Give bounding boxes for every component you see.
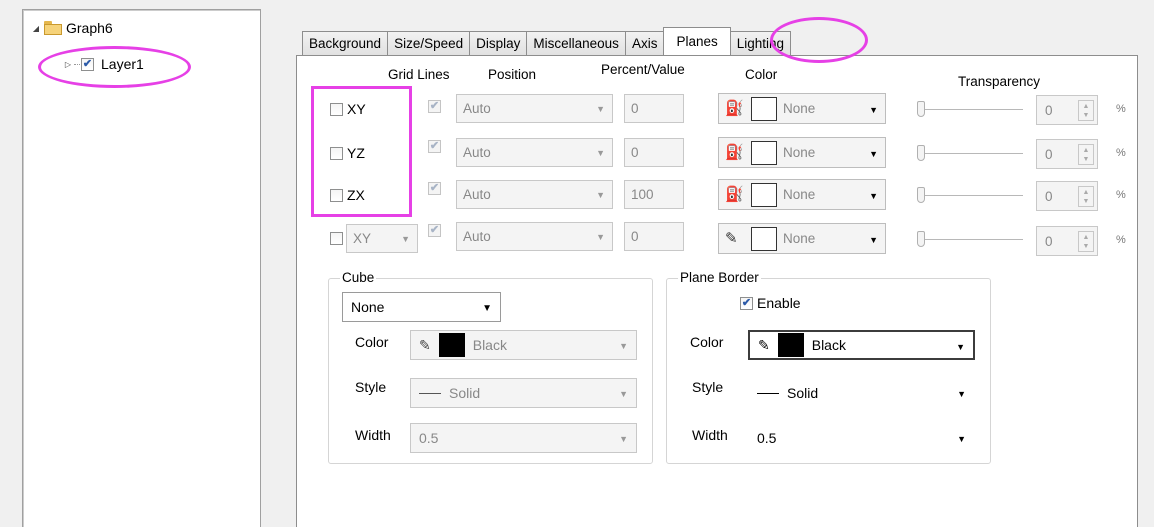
plane-border-color-label: Color	[690, 334, 724, 350]
spinner-arrows-icon: ▲ ▼	[1078, 231, 1094, 252]
plane-zx-value-input[interactable]: 100	[624, 180, 684, 209]
header-percent-value: Percent/Value	[601, 62, 685, 77]
spinner-arrows-icon: ▲ ▼	[1078, 186, 1094, 207]
plane-xy-position-select[interactable]: Auto ▼	[456, 94, 613, 123]
plane-yz-value-input[interactable]: 0	[624, 138, 684, 167]
paint-bucket-icon: ⛽	[725, 144, 744, 161]
plane-yz-transparency-input[interactable]: 0 ▲ ▼	[1036, 139, 1098, 169]
spinner-arrows-icon: ▲ ▼	[1078, 144, 1094, 165]
plane-yz-color-select[interactable]: ⛽ None ▼	[718, 137, 886, 168]
plane-extra-checkbox[interactable]	[330, 232, 343, 245]
plane-zx-transparency-input[interactable]: 0 ▲ ▼	[1036, 181, 1098, 211]
plane-border-group-title: Plane Border	[678, 270, 761, 285]
plane-yz-transparency-slider[interactable]	[917, 143, 1023, 163]
spinner-arrows-icon: ▲ ▼	[1078, 100, 1094, 121]
plane-extra-value-input[interactable]: 0	[624, 222, 684, 251]
color-swatch-black	[438, 333, 465, 357]
line-style-sample	[419, 392, 441, 394]
color-swatch-black	[777, 333, 804, 357]
plane-yz-position-select[interactable]: Auto ▼	[456, 138, 613, 167]
header-transparency: Transparency	[958, 74, 1041, 89]
plane-yz-gridlines-checkbox[interactable]: ✔	[428, 140, 441, 153]
cube-width-select[interactable]: 0.5 ▼	[410, 423, 637, 453]
plane-extra-gridlines-checkbox[interactable]: ✔	[428, 224, 441, 237]
plane-xy-value-input[interactable]: 0	[624, 94, 684, 123]
percent-unit: %	[1116, 103, 1126, 115]
cube-width-label: Width	[355, 427, 391, 443]
pen-icon: ✎	[758, 336, 770, 353]
tab-miscellaneous[interactable]: Miscellaneous	[526, 31, 626, 55]
paint-bucket-icon: ⛽	[725, 100, 744, 117]
cube-color-select[interactable]: ✎ Black ▼	[410, 330, 637, 360]
tab-planes[interactable]: Planes	[663, 27, 731, 55]
highlight-oval-planes-tab	[770, 17, 868, 63]
plane-xy-transparency-input[interactable]: 0 ▲ ▼	[1036, 95, 1098, 125]
object-tree-panel: ◢ Graph6 ▷ ✔ Layer1	[22, 9, 261, 527]
plane-border-style-label: Style	[692, 379, 724, 395]
line-style-sample	[757, 392, 779, 394]
plane-xy-color-select[interactable]: ⛽ None ▼	[718, 93, 886, 124]
percent-unit: %	[1116, 147, 1126, 159]
percent-unit: %	[1116, 189, 1126, 201]
header-grid-lines: Grid Lines	[388, 67, 450, 82]
plane-extra-color-select[interactable]: ✎ None ▼	[718, 223, 886, 254]
plane-xy-transparency-slider[interactable]	[917, 99, 1023, 119]
cube-style-select[interactable]: Solid ▼	[410, 378, 637, 408]
plane-border-width-label: Width	[692, 427, 728, 443]
plane-zx-transparency-slider[interactable]	[917, 185, 1023, 205]
plane-extra-transparency-input[interactable]: 0 ▲ ▼	[1036, 226, 1098, 256]
plane-extra-position-select[interactable]: Auto ▼	[456, 222, 613, 251]
plane-zx-color-select[interactable]: ⛽ None ▼	[718, 179, 886, 210]
folder-icon	[44, 21, 62, 35]
plane-extra-type-select[interactable]: XY ▼	[346, 224, 418, 253]
tree-item-graph[interactable]: ◢ Graph6	[31, 18, 113, 38]
plane-border-enable[interactable]: ✔ Enable	[740, 295, 801, 311]
paint-bucket-icon: ⛽	[725, 186, 744, 203]
pen-icon: ✎	[419, 336, 431, 353]
highlight-box-planes	[311, 86, 412, 217]
tree-item-graph-label: Graph6	[66, 20, 113, 36]
percent-unit: %	[1116, 234, 1126, 246]
tab-axis[interactable]: Axis	[624, 31, 665, 55]
plane-border-width-select[interactable]: 0.5 ▼	[748, 423, 975, 453]
header-position: Position	[488, 67, 537, 82]
tab-size-speed[interactable]: Size/Speed	[387, 31, 471, 55]
cube-group-title: Cube	[340, 270, 377, 285]
tab-background[interactable]: Background	[302, 31, 389, 55]
cube-type-select[interactable]: None ▼	[342, 292, 501, 322]
plane-border-color-select[interactable]: ✎ Black ▼	[748, 330, 975, 360]
highlight-oval-layer	[38, 46, 191, 88]
pen-icon: ✎	[725, 230, 738, 247]
plane-border-enable-checkbox[interactable]: ✔	[740, 296, 753, 310]
collapse-arrow-icon[interactable]: ◢	[31, 23, 41, 33]
tab-bar: Background Size/Speed Display Miscellane…	[302, 27, 792, 55]
plane-xy-gridlines-checkbox[interactable]: ✔	[428, 100, 441, 113]
plane-zx-gridlines-checkbox[interactable]: ✔	[428, 182, 441, 195]
cube-color-label: Color	[355, 334, 389, 350]
tab-display[interactable]: Display	[469, 31, 528, 55]
cube-style-label: Style	[355, 379, 387, 395]
header-color: Color	[745, 67, 778, 82]
plane-border-style-select[interactable]: Solid ▼	[748, 378, 975, 408]
plane-zx-position-select[interactable]: Auto ▼	[456, 180, 613, 209]
plane-border-enable-label: Enable	[757, 295, 801, 311]
plane-extra-transparency-slider[interactable]	[917, 229, 1023, 249]
